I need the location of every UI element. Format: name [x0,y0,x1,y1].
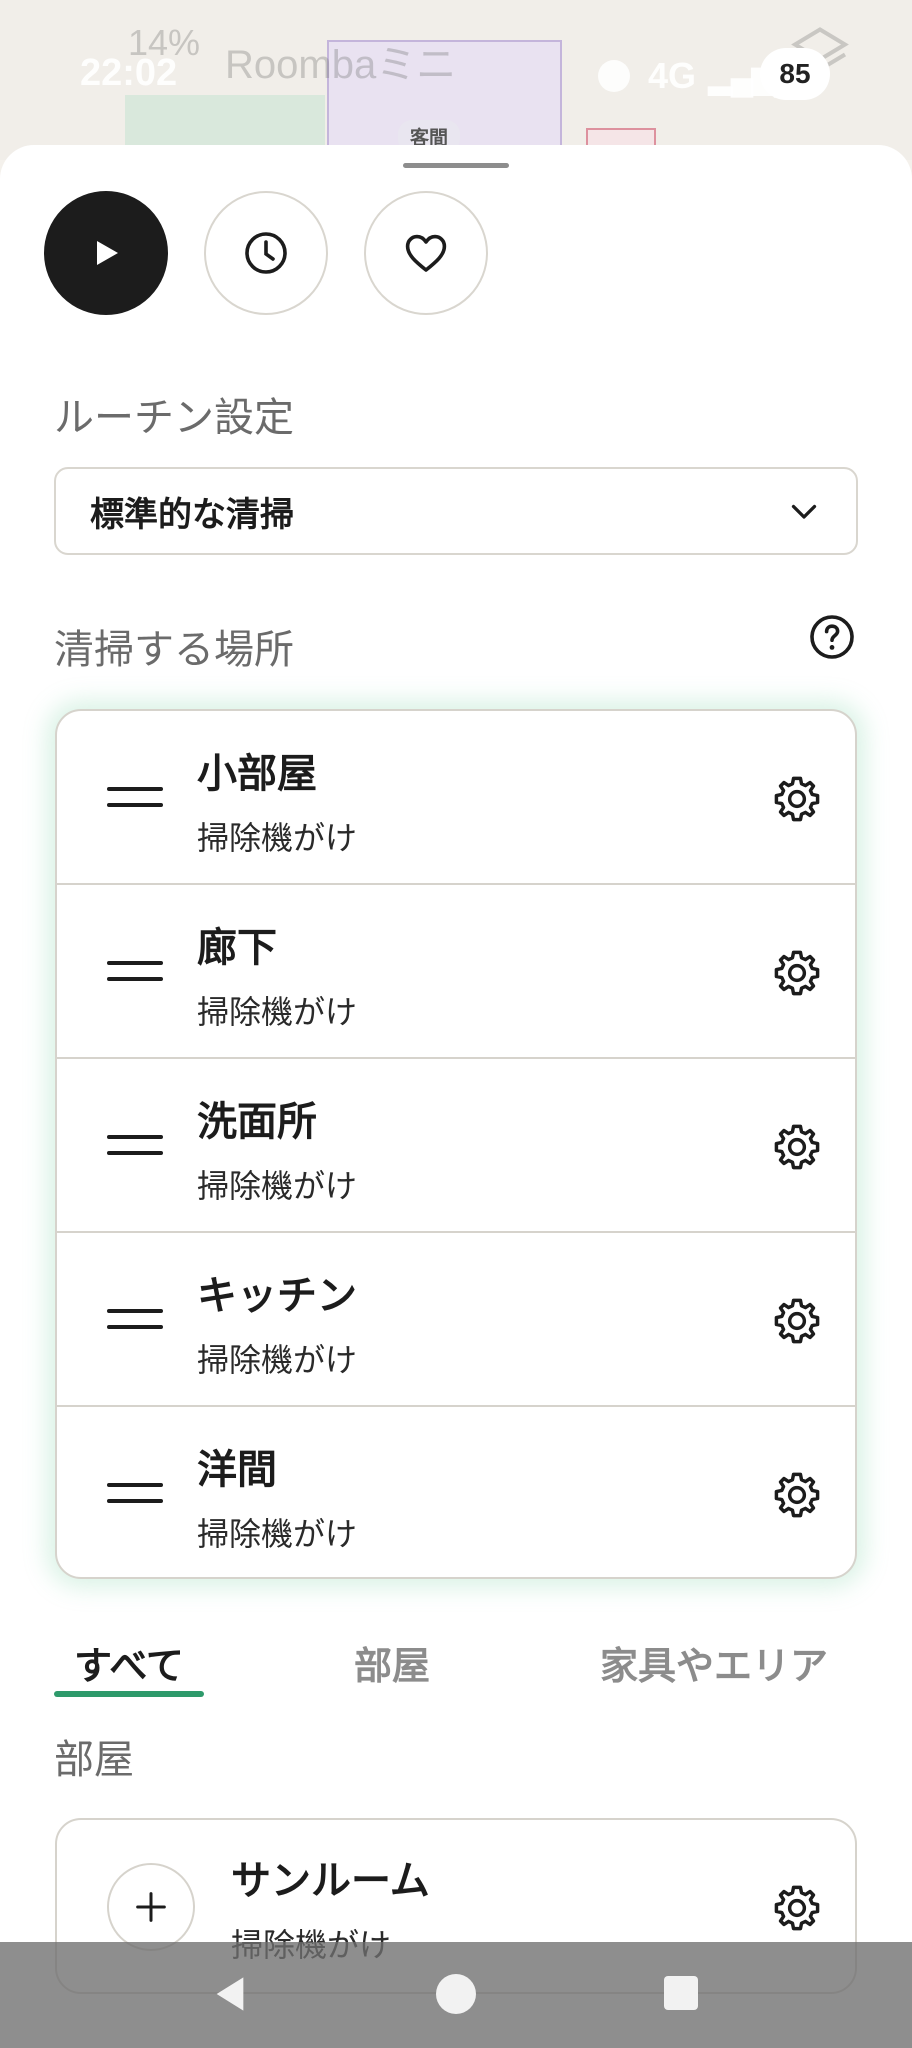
area-item[interactable]: 洗面所 掃除機がけ [57,1059,855,1233]
area-item[interactable]: 洋間 掃除機がけ [57,1407,855,1577]
home-icon[interactable] [436,1974,476,2014]
gear-icon[interactable] [771,1469,823,1521]
room-name: サンルーム [231,1858,430,1904]
area-name: 洋間 [197,1447,277,1493]
rooms-section-title: 部屋 [54,1737,134,1783]
places-title: 清掃する場所 [54,627,294,673]
routine-selected-value: 標準的な清掃 [90,494,294,535]
area-name: 小部屋 [197,751,317,797]
area-mode: 掃除機がけ [197,1515,358,1553]
schedule-button[interactable] [204,191,328,315]
bottom-sheet: ルーチン設定 標準的な清掃 清掃する場所 小部屋 掃除機がけ 廊下 掃除機がけ [0,145,912,2048]
notification-badge: 85 [760,48,830,100]
area-name: キッチン [197,1273,357,1319]
play-icon [97,241,118,265]
dnd-icon [598,60,630,92]
area-name: 廊下 [197,925,277,971]
start-cleaning-button[interactable] [44,191,168,315]
back-icon[interactable] [210,1974,250,2014]
area-item[interactable]: キッチン 掃除機がけ [57,1233,855,1407]
area-mode: 掃除機がけ [197,1341,358,1379]
gear-icon[interactable] [771,1882,823,1934]
gear-icon[interactable] [771,1121,823,1173]
routine-title: ルーチン設定 [54,395,294,441]
gear-icon[interactable] [771,773,823,825]
area-name: 洗面所 [197,1099,317,1145]
drag-handle-icon[interactable] [107,1483,163,1505]
system-nav-bar [0,1942,912,2048]
app-title: Roombaミニ [225,43,457,87]
favorite-button[interactable] [364,191,488,315]
clock-icon [245,232,287,274]
tab-furniture-areas[interactable]: 家具やエリア [600,1635,828,1690]
plus-icon [136,1892,166,1922]
chevron-down-icon [791,504,817,519]
drag-handle-icon[interactable] [107,1309,163,1331]
drag-handle-icon[interactable] [107,1135,163,1157]
area-item[interactable]: 小部屋 掃除機がけ [57,711,855,885]
add-room-button[interactable] [107,1863,195,1951]
area-mode: 掃除機がけ [197,993,358,1031]
gear-icon[interactable] [771,947,823,999]
drag-handle-icon[interactable] [107,961,163,983]
recents-icon[interactable] [664,1976,698,2010]
network-type: 4G [648,55,697,96]
help-icon[interactable] [808,613,856,661]
cleaning-area-list: 小部屋 掃除機がけ 廊下 掃除機がけ 洗面所 掃除機がけ キッチン 掃除機がけ … [55,709,857,1579]
status-bar: 14% Roombaミニ 22:02 4G ▂▄▆█ 85 [0,0,912,140]
area-item[interactable]: 廊下 掃除機がけ [57,885,855,1059]
routine-select[interactable]: 標準的な清掃 [54,467,858,555]
area-mode: 掃除機がけ [197,819,358,857]
status-time: 22:02 [80,52,178,94]
active-tab-indicator [54,1691,204,1697]
area-mode: 掃除機がけ [197,1167,358,1205]
sheet-grabber[interactable] [403,163,509,168]
gear-icon[interactable] [771,1295,823,1347]
tab-all[interactable]: すべて [74,1635,184,1690]
tab-rooms[interactable]: 部屋 [354,1635,430,1690]
heart-icon [405,234,447,272]
drag-handle-icon[interactable] [107,787,163,809]
